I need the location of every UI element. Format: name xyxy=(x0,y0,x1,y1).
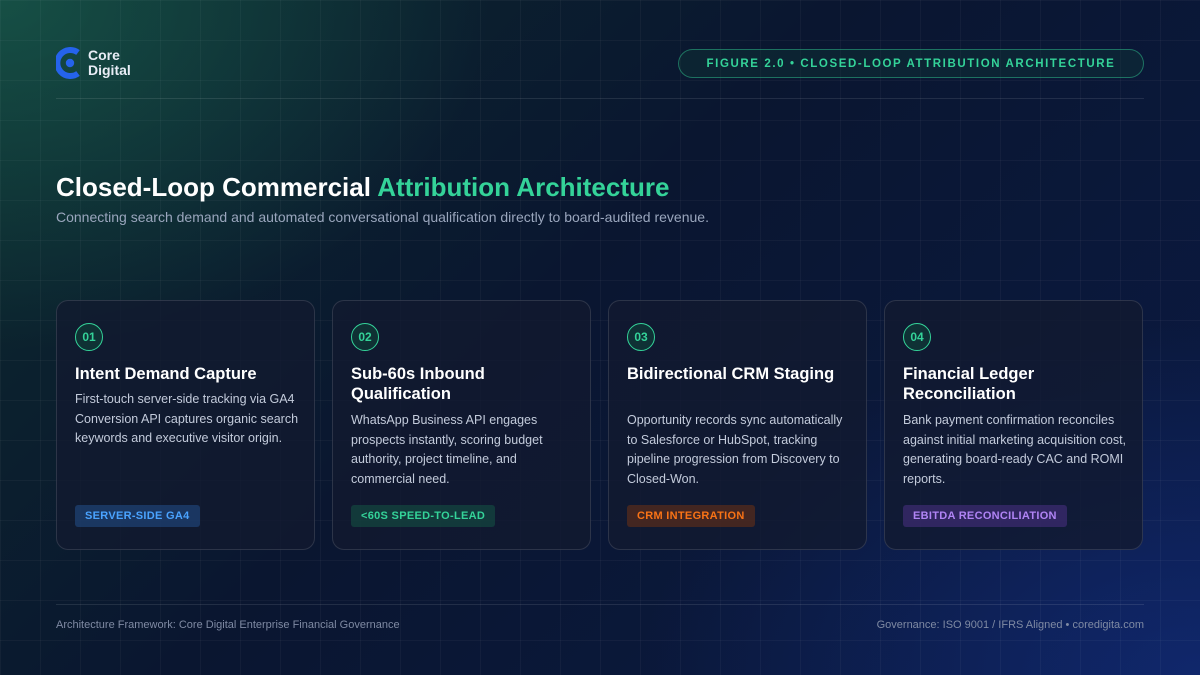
step-card-1: 01 Intent Demand Capture First-touch ser… xyxy=(56,300,315,550)
step-tag: <60S SPEED-TO-LEAD xyxy=(351,505,496,527)
step-card-3: 03 Bidirectional CRM Staging Opportunity… xyxy=(608,300,867,550)
brand-name: Core Digital xyxy=(88,48,131,78)
step-tag: SERVER-SIDE GA4 xyxy=(75,505,200,527)
header-divider xyxy=(56,98,1144,99)
page-subtitle: Connecting search demand and automated c… xyxy=(56,209,709,225)
core-digital-c-logo-icon xyxy=(54,44,84,82)
step-tag: CRM INTEGRATION xyxy=(627,505,755,527)
brand-name-line1: Core xyxy=(88,47,120,63)
step-title: Intent Demand Capture xyxy=(75,365,257,383)
brand-name-line2: Digital xyxy=(88,62,131,78)
step-card-2: 02 Sub-60s Inbound Qualification WhatsAp… xyxy=(332,300,591,550)
footer-framework-note: Architecture Framework: Core Digital Ent… xyxy=(56,619,400,631)
step-cards: 01 Intent Demand Capture First-touch ser… xyxy=(56,300,1143,550)
step-number: 03 xyxy=(627,323,655,351)
step-description: Bank payment confirmation reconciles aga… xyxy=(903,413,1127,486)
figure-label-badge: FIGURE 2.0 • CLOSED-LOOP ATTRIBUTION ARC… xyxy=(678,49,1144,78)
brand-logo: Core Digital xyxy=(54,44,131,82)
step-description: Opportunity records sync automatically t… xyxy=(627,413,843,486)
step-title: Sub-60s Inbound Qualification xyxy=(351,365,485,403)
step-card-4: 04 Financial Ledger Reconciliation Bank … xyxy=(884,300,1143,550)
step-description: First-touch server-side tracking via GA4… xyxy=(75,392,299,445)
step-description: WhatsApp Business API engages prospects … xyxy=(351,413,543,486)
step-number: 02 xyxy=(351,323,379,351)
footer-divider xyxy=(56,604,1144,605)
step-title: Bidirectional CRM Staging xyxy=(627,365,835,383)
page-title-main: Closed-Loop Commercial xyxy=(56,172,378,202)
step-tag: EBITDA RECONCILIATION xyxy=(903,505,1067,527)
step-title: Financial Ledger Reconciliation xyxy=(903,365,1035,403)
page-title: Closed-Loop Commercial Attribution Archi… xyxy=(56,172,669,203)
step-number: 01 xyxy=(75,323,103,351)
slide: Core Digital FIGURE 2.0 • CLOSED-LOOP AT… xyxy=(0,0,1200,675)
page-title-accent: Attribution Architecture xyxy=(377,172,670,202)
footer-governance-note: Governance: ISO 9001 / IFRS Aligned • co… xyxy=(876,619,1144,631)
step-number: 04 xyxy=(903,323,931,351)
